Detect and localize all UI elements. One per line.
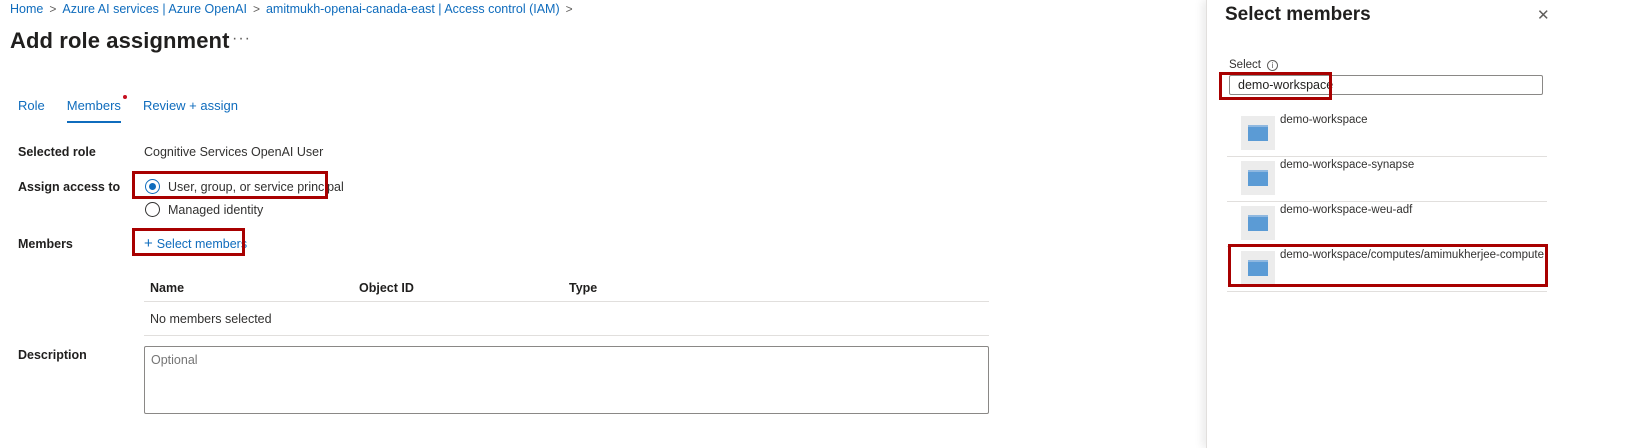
highlight-box [132,171,328,199]
select-field-label: Select i [1229,59,1278,71]
selected-role-label: Selected role [18,145,96,159]
chevron-right-icon: > [565,2,573,16]
column-header-name[interactable]: Name [150,281,184,295]
tab-bar: Role Members Review + assign [18,95,260,123]
select-members-panel: Select members ✕ Select i demo-workspace… [1206,0,1650,448]
info-icon[interactable]: i [1266,59,1278,71]
column-header-object-id[interactable]: Object ID [359,281,414,295]
highlight-box [132,228,245,256]
table-row: No members selected [144,302,989,336]
highlight-box [1228,244,1548,287]
chevron-right-icon: > [49,2,57,16]
result-name: demo-workspace-weu-adf [1280,204,1413,216]
search-result-item[interactable]: demo-workspace-synapse [1227,157,1547,202]
search-result-item[interactable]: demo-workspace [1227,112,1547,157]
chevron-right-icon: > [252,2,260,16]
close-icon[interactable]: ✕ [1537,6,1550,24]
panel-title: Select members [1225,4,1371,25]
assign-access-label: Assign access to [18,180,121,194]
description-field[interactable] [144,346,989,414]
selected-role-value: Cognitive Services OpenAI User [144,145,324,159]
tab-label: Members [66,98,121,113]
radio-managed-identity[interactable]: Managed identity [145,202,263,217]
breadcrumb: Home > Azure AI services | Azure OpenAI … [10,2,579,16]
resource-folder-icon [1241,161,1275,195]
page-title: Add role assignment [10,28,230,53]
tab-members[interactable]: Members [66,95,127,123]
table-header: Name Object ID Type [144,274,989,302]
tab-label: Role [18,98,45,113]
empty-table-message: No members selected [150,311,272,326]
column-header-type[interactable]: Type [569,281,597,295]
tab-label: Review + assign [142,98,238,113]
more-options-button[interactable]: ··· [232,30,251,48]
resource-folder-icon [1241,116,1275,150]
breadcrumb-access-control[interactable]: amitmukh-openai-canada-east | Access con… [266,2,560,16]
required-dot-icon [122,95,127,99]
highlight-box [1219,72,1332,100]
result-name: demo-workspace-synapse [1280,159,1415,171]
breadcrumb-azure-openai[interactable]: Azure AI services | Azure OpenAI [62,2,247,16]
tab-review-assign[interactable]: Review + assign [143,98,238,123]
breadcrumb-home[interactable]: Home [10,2,43,16]
members-label: Members [18,237,73,251]
radio-button-icon[interactable] [145,202,160,217]
resource-folder-icon [1241,206,1275,240]
select-label-text: Select [1229,59,1261,71]
description-label: Description [18,348,87,362]
radio-label: Managed identity [168,202,264,217]
search-result-item[interactable]: demo-workspace-weu-adf [1227,202,1547,247]
tab-role[interactable]: Role [18,98,45,123]
members-table: Name Object ID Type No members selected [144,274,989,336]
result-name: demo-workspace [1280,114,1368,126]
